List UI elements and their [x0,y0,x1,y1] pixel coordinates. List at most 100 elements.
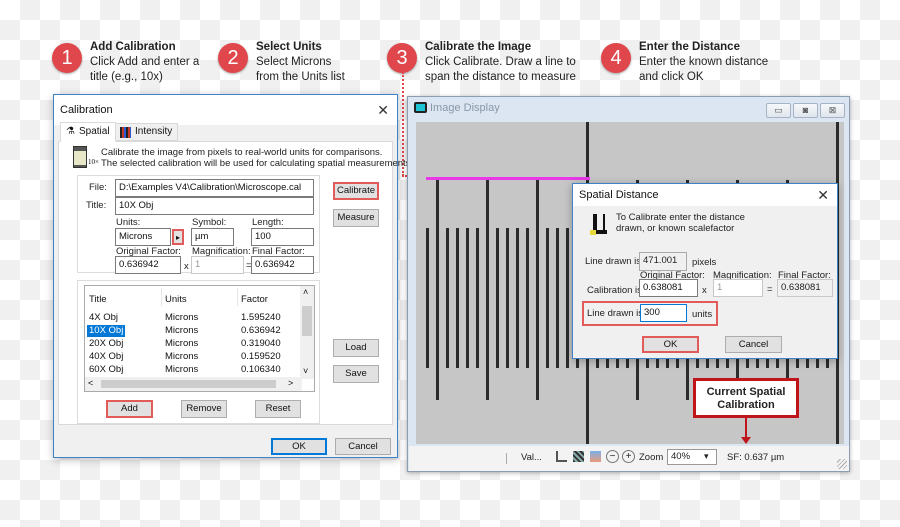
column-header-units[interactable]: Units [165,294,187,306]
description-line-2: The selected calibration will be used fo… [101,158,411,169]
file-input[interactable]: D:\Examples V4\Calibration\Microscope.ca… [115,179,314,197]
tab-label: Intensity [135,126,173,137]
intensity-grid-icon [120,126,131,138]
close-icon[interactable]: ✕ [817,184,829,206]
ok-button[interactable]: OK [642,336,699,353]
row-units: Microns [165,338,199,349]
step-desc: Enter the known distance [639,56,769,68]
step-desc: and click OK [639,71,704,83]
symbol-input[interactable]: µm [191,228,234,246]
tab-label: Spatial [78,126,110,137]
step-title: Enter the Distance [639,41,740,53]
remove-button[interactable]: Remove [181,400,227,418]
zoom-in-icon[interactable]: + [622,450,635,463]
scroll-down-arrow[interactable]: ˅ [303,366,308,376]
close-icon[interactable]: ✕ [377,95,389,125]
maximize-button[interactable]: ◙ [793,103,818,118]
row-factor: 0.159520 [241,351,281,362]
zoom-select[interactable]: 40% [667,449,717,465]
step-title: Calibrate the Image [425,41,532,53]
row-title: 40X Obj [89,351,124,362]
column-header-factor[interactable]: Factor [241,294,268,306]
scrollbar-thumb[interactable] [101,380,276,388]
dialog-titlebar: Calibration ✕ [54,95,397,125]
load-button[interactable]: Load [333,339,379,357]
ok-button[interactable]: OK [271,438,327,455]
callout-arrow-head [741,437,751,444]
original-factor-input[interactable]: 0.638081 [639,279,698,297]
save-button[interactable]: Save [333,365,379,383]
ruler-minor-tick [516,228,519,368]
times-sign: x [184,261,189,272]
original-factor-input[interactable]: 0.636942 [115,256,181,274]
row-factor: 1.595240 [241,312,281,323]
calibration-line[interactable] [426,177,590,180]
step-3: 3 Calibrate the Image Click Calibrate. Dr… [387,40,576,85]
image-icon[interactable] [590,451,601,462]
status-bar: Val... − + Zoom 40% ▾ SF: 0.637 µm [409,446,849,471]
ruler-major-tick [486,180,489,400]
minimize-button[interactable]: ▭ [766,103,791,118]
scroll-right-arrow[interactable]: > [288,378,293,388]
cancel-button[interactable]: Cancel [725,336,782,353]
row-factor: 0.319040 [241,338,281,349]
step-title: Select Units [256,41,322,53]
list-row-selected[interactable]: 10X Obj Microns 0.636942 [85,325,300,337]
symbol-label: Symbol: [192,217,227,228]
step-desc: Click Calibrate. Draw a line to [425,56,576,68]
list-row[interactable]: 40X Obj Microns 0.159520 [85,351,300,363]
zoom-label: Zoom [639,452,664,463]
units-field[interactable]: Microns [115,228,171,246]
row-units: Microns [165,351,199,362]
reset-button[interactable]: Reset [255,400,301,418]
instruction-line-1: To Calibrate enter the distance [616,212,745,223]
line-units-label: Line drawn is: [587,308,646,319]
calibration-dialog: Calibration ✕ ⚗ Spatial Intensity 10× Ca… [53,94,410,458]
pixels-label: pixels [692,257,717,268]
histogram-icon[interactable] [556,451,567,462]
list-header: Title Units Factor [85,294,300,306]
units-dropdown-button[interactable]: ▸ [172,229,184,245]
zoom-out-icon[interactable]: − [606,450,619,463]
values-label[interactable]: Val... [521,452,542,463]
list-row[interactable]: 60X Obj Microns 0.106340 [85,364,300,376]
spatial-panel: 10× Calibrate the image from pixels to r… [58,141,410,425]
measure-button[interactable]: Measure [333,209,379,227]
row-title: 4X Obj [89,312,119,323]
scroll-up-arrow[interactable]: ˄ [303,287,308,297]
step-1: 1 Add Calibration Click Add and enter a ti… [52,40,199,85]
monitor-icon [414,102,427,113]
list-row[interactable]: 20X Obj Microns 0.319040 [85,338,300,350]
final-factor-input[interactable]: 0.636942 [251,256,314,274]
ruler-major-tick [436,180,439,400]
column-header-title[interactable]: Title [89,294,107,306]
calibration-list-group: Title Units Factor 4X Obj Microns 1.595240… [77,280,320,424]
tab-spatial[interactable]: ⚗ Spatial [60,122,116,142]
vertical-scrollbar[interactable]: ˄ ˅ [300,286,314,379]
step-desc: Select Microns [256,56,332,68]
scale-factor: SF: 0.637 µm [727,452,785,463]
list-row[interactable]: 4X Obj Microns 1.595240 [85,312,300,324]
calibrate-button[interactable]: Calibrate [333,182,379,200]
column-divider [237,288,238,306]
add-button[interactable]: Add [106,400,153,418]
ruler-minor-tick [566,228,569,368]
tab-intensity[interactable]: Intensity [114,123,179,141]
row-title: 20X Obj [89,338,124,349]
line-units-input[interactable]: 300 [640,304,687,322]
scrollbar-thumb[interactable] [302,306,312,336]
callout-line-2: Calibration [717,399,775,411]
magnification-input: 1 [713,279,763,297]
description-line-1: Calibrate the image from pixels to real-… [101,147,383,158]
calibration-list[interactable]: Title Units Factor 4X Obj Microns 1.595240… [84,285,315,392]
length-input[interactable]: 100 [251,228,314,246]
ruler-minor-tick [446,228,449,368]
close-button[interactable]: ⊠ [820,103,845,118]
horizontal-scrollbar[interactable]: < > [85,377,302,391]
scroll-left-arrow[interactable]: < [88,378,93,388]
title-input[interactable]: 10X Obj [115,197,314,215]
zoom-dropdown-icon[interactable]: ▾ [704,451,709,462]
cancel-button[interactable]: Cancel [335,438,391,455]
resize-grip[interactable] [837,459,847,469]
grid-icon[interactable] [573,451,584,462]
